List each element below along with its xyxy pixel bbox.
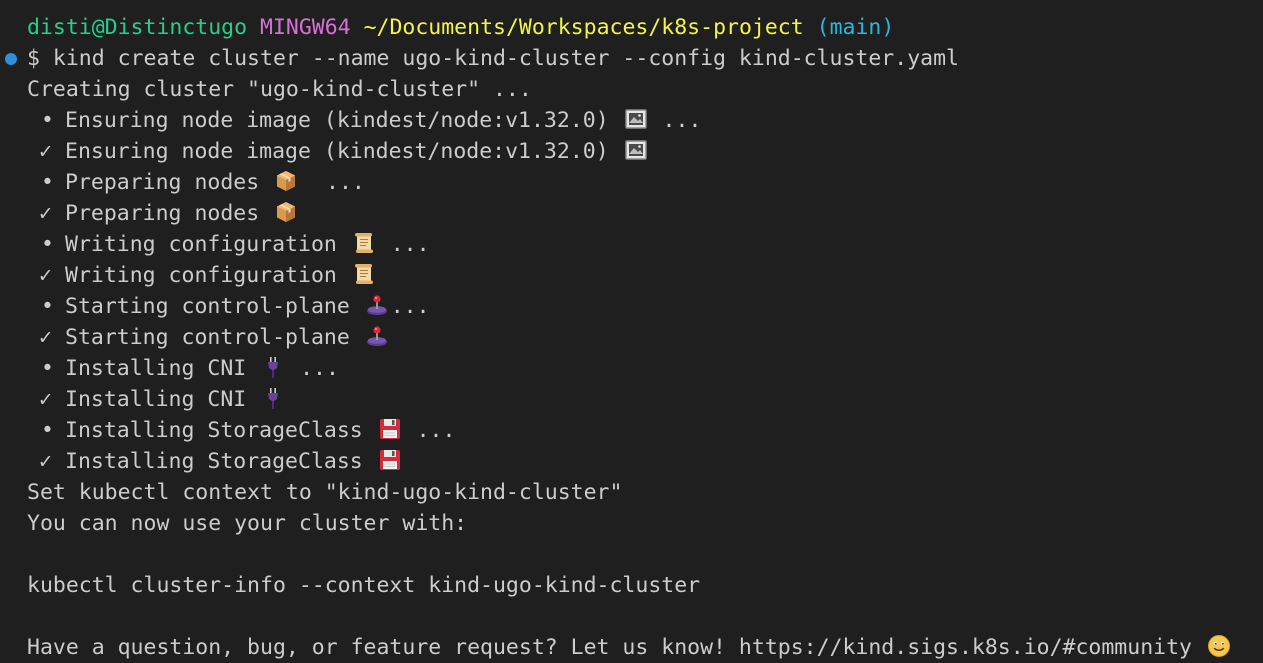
command-line: $ kind create cluster --name ugo-kind-cl… <box>27 46 959 71</box>
step-text: Preparing nodes <box>65 170 260 195</box>
step-line: • Ensuring node image (kindest/node:v1.32… <box>27 105 701 136</box>
checkmark-icon: ✓ <box>39 325 52 350</box>
checkmark-icon: ✓ <box>39 201 52 226</box>
step-text: Installing CNI <box>65 387 247 412</box>
step-line: • Installing StorageClass ... <box>27 415 455 446</box>
step-text: Writing configuration <box>65 232 337 257</box>
step-text: Installing StorageClass <box>65 449 363 474</box>
step-text: Writing configuration <box>65 263 337 288</box>
bullet-icon: • <box>41 232 54 257</box>
step-progress-suffix: ... <box>403 418 456 443</box>
step-line: • Preparing nodes ... <box>27 167 365 198</box>
feedback-line: Have a question, bug, or feature request… <box>27 632 1233 663</box>
bullet-icon: • <box>41 418 54 443</box>
framed-picture-icon <box>624 138 648 162</box>
step-line: • Writing configuration ... <box>27 229 430 260</box>
checkmark-icon: ✓ <box>39 387 52 412</box>
terminal-output[interactable]: disti@Distinctugo MINGW64 ~/Documents/Wo… <box>0 0 1263 663</box>
prompt-shell: MINGW64 <box>260 15 351 40</box>
bullet-icon: • <box>41 294 54 319</box>
step-text: Installing CNI <box>65 356 247 381</box>
package-icon <box>274 169 298 193</box>
step-text: Starting control-plane <box>65 325 350 350</box>
command-decoration-marker[interactable] <box>5 53 17 65</box>
framed-picture-icon <box>624 107 648 131</box>
creating-cluster-line: Creating cluster "ugo-kind-cluster" ... <box>27 77 532 102</box>
step-line: ✓ Installing CNI <box>27 384 287 415</box>
scroll-icon <box>352 231 376 255</box>
step-progress-suffix: ... <box>300 170 365 195</box>
usage-hint-line: You can now use your cluster with: <box>27 511 468 536</box>
prompt-line: disti@Distinctugo MINGW64 ~/Documents/Wo… <box>27 12 894 43</box>
checkmark-icon: ✓ <box>39 263 52 288</box>
step-line: • Installing CNI ... <box>27 353 339 384</box>
scroll-icon <box>352 262 376 286</box>
step-text: Installing StorageClass <box>65 418 363 443</box>
step-text: Starting control-plane <box>65 294 350 319</box>
step-line: ✓ Writing configuration <box>27 260 378 291</box>
set-context-line: Set kubectl context to "kind-ugo-kind-cl… <box>27 480 623 505</box>
step-line: ✓ Ensuring node image (kindest/node:v1.32… <box>27 136 650 167</box>
floppy-disk-icon <box>378 448 402 472</box>
prompt-path: ~/Documents/Workspaces/k8s-project <box>363 15 804 40</box>
checkmark-icon: ✓ <box>39 449 52 474</box>
step-progress-suffix: ... <box>390 294 430 319</box>
prompt-branch: (main) <box>816 15 895 40</box>
joystick-icon <box>365 293 389 317</box>
bullet-icon: • <box>41 170 54 195</box>
step-progress-suffix: ... <box>649 108 702 133</box>
bullet-icon: • <box>41 108 54 133</box>
step-line: ✓ Preparing nodes <box>27 198 300 229</box>
step-line: • Starting control-plane ... <box>27 291 430 322</box>
checkmark-icon: ✓ <box>39 139 52 164</box>
slightly-smiling-face-icon <box>1207 634 1231 658</box>
step-text: Preparing nodes <box>65 201 260 226</box>
feedback-text: Have a question, bug, or feature request… <box>27 635 1192 660</box>
usage-command-line: kubectl cluster-info --context kind-ugo-… <box>27 573 701 598</box>
joystick-icon <box>365 324 389 348</box>
step-line: ✓ Installing StorageClass <box>27 446 404 477</box>
floppy-disk-icon <box>378 417 402 441</box>
plug-icon <box>261 355 285 379</box>
step-line: ✓ Starting control-plane <box>27 322 391 353</box>
prompt-user-host: disti@Distinctugo <box>27 15 248 40</box>
step-progress-suffix: ... <box>287 356 339 381</box>
step-progress-suffix: ... <box>377 232 430 257</box>
plug-icon <box>261 386 285 410</box>
step-text: Ensuring node image (kindest/node:v1.32.… <box>65 139 609 164</box>
bullet-icon: • <box>41 356 54 381</box>
package-icon <box>274 200 298 224</box>
step-text: Ensuring node image (kindest/node:v1.32.… <box>65 108 609 133</box>
